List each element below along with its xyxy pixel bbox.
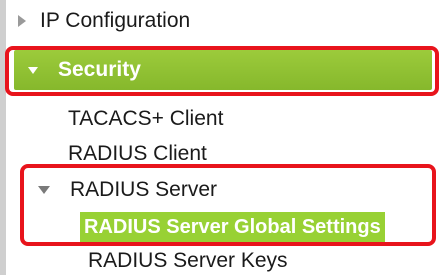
nav-item-label: RADIUS Server Keys (88, 249, 288, 272)
nav-item-label: RADIUS Server Global Settings (84, 215, 381, 238)
nav-item-radius-server-keys[interactable]: RADIUS Server Keys (88, 246, 288, 276)
navigation-tree: IP Configuration Security TACACS+ Client… (0, 0, 447, 275)
nav-item-label: Security (58, 58, 141, 81)
nav-item-radius-client[interactable]: RADIUS Client (68, 139, 207, 169)
nav-item-label: RADIUS Server (70, 178, 218, 201)
nav-item-label: TACACS+ Client (68, 107, 224, 130)
triangle-right-icon (18, 15, 26, 27)
left-border (0, 0, 6, 275)
triangle-down-icon (28, 66, 38, 74)
nav-item-radius-server[interactable]: RADIUS Server (38, 174, 217, 206)
nav-item-security[interactable]: Security (14, 50, 432, 90)
triangle-down-icon (38, 186, 50, 194)
nav-item-radius-server-global-settings[interactable]: RADIUS Server Global Settings (80, 212, 385, 242)
nav-item-ip-configuration[interactable]: IP Configuration (18, 4, 190, 38)
nav-item-label: IP Configuration (40, 9, 191, 32)
nav-item-label: RADIUS Client (68, 142, 207, 165)
nav-item-tacacs-client[interactable]: TACACS+ Client (68, 104, 223, 134)
